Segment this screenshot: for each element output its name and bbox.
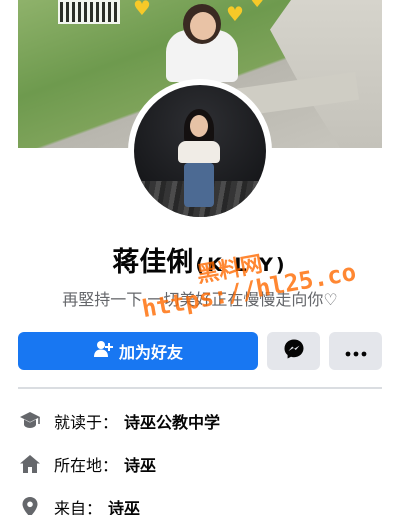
info-item-current-city[interactable]: 所在地： 诗巫 [18,451,382,477]
home-icon [18,452,42,476]
avatar-jeans [184,163,214,207]
info-value[interactable]: 诗巫 [124,452,156,476]
add-friend-button[interactable]: 加为好友 [18,332,258,370]
profile-page: ♥ ♥ ♥ 蒋佳俐 (K L Y) 再堅持一下 一切美好正在慢慢走向你♡ 黑料网 … [0,0,400,515]
avatar[interactable] [134,85,266,217]
messenger-button[interactable] [267,332,320,370]
info-label: 来自： [54,499,103,515]
education-cap-icon [18,409,42,433]
info-item-hometown[interactable]: 来自： 诗巫 [18,494,382,515]
info-value[interactable]: 诗巫 [108,495,140,515]
info-item-education[interactable]: 就读于： 诗巫公教中学 [18,408,382,434]
profile-bio: 再堅持一下 一切美好正在慢慢走向你♡ [62,290,338,309]
messenger-icon [283,338,305,364]
profile-name-suffix: (K L Y) [195,254,288,276]
more-options-button[interactable] [329,332,382,370]
add-friend-icon [93,340,113,362]
info-label: 就读于： [54,413,119,432]
profile-name-main: 蒋佳俐 [112,247,194,278]
add-friend-label: 加为好友 [118,343,183,362]
info-value[interactable]: 诗巫公教中学 [124,409,220,433]
info-label: 所在地： [54,456,119,475]
qr-code-sticker [58,0,120,24]
more-dots-icon [345,342,367,361]
avatar-top [178,141,220,163]
section-divider [18,387,382,389]
location-pin-icon [18,495,42,515]
heart-sticker-icon: ♥ [250,0,265,11]
avatar-face [190,115,208,137]
heart-sticker-icon: ♥ [226,2,244,26]
profile-name: 蒋佳俐 (K L Y) [0,240,400,279]
cover-person-face [190,12,216,40]
heart-sticker-icon: ♥ [133,0,151,20]
